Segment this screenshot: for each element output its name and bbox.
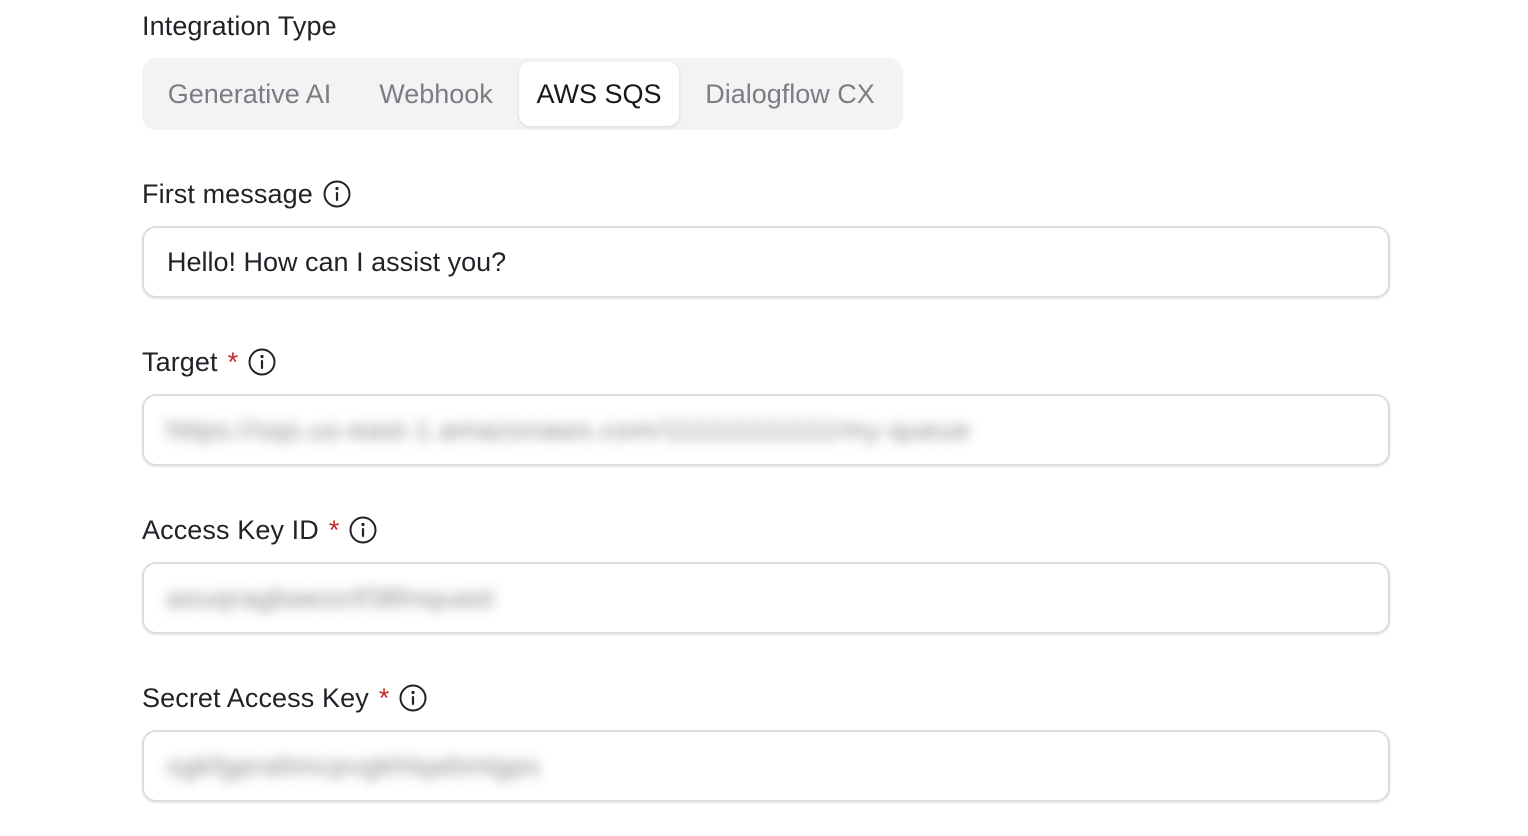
target-label-text: Target	[142, 346, 218, 377]
access-key-id-label: Access Key ID *	[142, 510, 378, 550]
tab-dialogflow-cx[interactable]: Dialogflow CX	[683, 62, 897, 126]
first-message-label: First message	[142, 174, 352, 214]
secret-access-key-label: Secret Access Key *	[142, 678, 428, 718]
integration-type-label: Integration Type	[142, 6, 337, 46]
required-asterisk: *	[378, 682, 390, 713]
first-message-input[interactable]	[167, 228, 1388, 296]
info-icon[interactable]	[322, 179, 352, 209]
info-icon[interactable]	[348, 515, 378, 545]
secret-access-key-value-redacted: sgkfgpraltmcpvgkhlqaltmlgps	[167, 750, 541, 781]
access-key-id-input[interactable]: aouqragbaeoctf38lnquast	[142, 562, 1390, 634]
info-icon[interactable]	[247, 347, 277, 377]
access-key-id-label-text: Access Key ID	[142, 514, 319, 545]
secret-access-key-input[interactable]: sgkfgpraltmcpvgkhlqaltmlgps	[142, 730, 1390, 802]
target-label: Target *	[142, 342, 277, 382]
integration-type-segmented-control: Generative AI Webhook AWS SQS Dialogflow…	[142, 58, 903, 130]
access-key-id-value-redacted: aouqragbaeoctf38lnquast	[167, 582, 495, 613]
tab-generative-ai[interactable]: Generative AI	[146, 62, 353, 126]
target-input[interactable]: https://sqs.us-east-1.amazonaws.com/1111…	[142, 394, 1390, 466]
target-value-redacted: https://sqs.us-east-1.amazonaws.com/1111…	[167, 414, 971, 445]
required-asterisk: *	[227, 346, 239, 377]
integration-type-label-text: Integration Type	[142, 10, 337, 41]
secret-access-key-label-text: Secret Access Key	[142, 682, 369, 713]
tab-webhook[interactable]: Webhook	[357, 62, 515, 126]
info-icon[interactable]	[398, 683, 428, 713]
required-asterisk: *	[328, 514, 340, 545]
first-message-input-wrapper	[142, 226, 1390, 298]
tab-aws-sqs[interactable]: AWS SQS	[519, 62, 679, 126]
first-message-label-text: First message	[142, 178, 313, 209]
